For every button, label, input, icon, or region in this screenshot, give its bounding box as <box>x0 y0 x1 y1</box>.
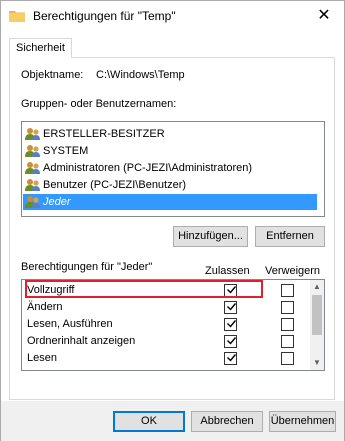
list-item[interactable]: SYSTEM <box>23 143 317 159</box>
object-name-label: Objektname: <box>21 69 84 81</box>
cancel-button[interactable]: Abbrechen <box>191 411 263 432</box>
remove-button-label: Entfernen <box>266 230 314 242</box>
apply-button-label: Übernehmen <box>270 415 335 427</box>
list-item[interactable]: ERSTELLER-BESITZER <box>23 126 317 142</box>
users-icon <box>25 144 41 158</box>
title-bar: Berechtigungen für "Temp" ✕ <box>1 1 344 31</box>
apply-button[interactable]: Übernehmen <box>269 411 336 432</box>
users-icon <box>25 161 41 175</box>
checkmark-icon <box>227 320 237 328</box>
scroll-up-icon[interactable]: ▲ <box>310 280 324 294</box>
permission-name: Lesen <box>27 352 57 364</box>
scroll-thumb[interactable] <box>312 295 322 335</box>
add-button[interactable]: Hinzufügen... <box>173 226 248 247</box>
allow-checkbox[interactable] <box>224 318 237 331</box>
window-title: Berechtigungen für "Temp" <box>33 9 176 23</box>
column-deny: Verweigern <box>265 265 321 277</box>
checkmark-icon <box>227 337 237 345</box>
table-row: Ordnerinhalt anzeigen <box>22 334 302 350</box>
list-item-label: ERSTELLER-BESITZER <box>43 128 165 140</box>
tab-sicherheit[interactable]: Sicherheit <box>9 38 72 58</box>
column-allow: Zulassen <box>205 265 250 277</box>
groups-label: Gruppen- oder Benutzernamen: <box>21 98 177 110</box>
table-row: Lesen <box>22 351 302 367</box>
deny-checkbox[interactable] <box>281 284 294 297</box>
permission-name: Ändern <box>27 301 63 313</box>
scroll-down-icon[interactable]: ▼ <box>310 356 324 370</box>
permission-name: Lesen, Ausführen <box>27 318 113 330</box>
checkmark-icon <box>227 303 237 311</box>
close-icon: ✕ <box>317 7 331 24</box>
groups-listbox[interactable]: ERSTELLER-BESITZER SYSTEM Administratore… <box>21 121 325 217</box>
highlight-box <box>25 280 263 298</box>
list-item-label: SYSTEM <box>43 145 89 157</box>
deny-checkbox[interactable] <box>281 301 294 314</box>
list-item-label: Administratoren (PC-JEZI\Administratoren… <box>43 162 253 174</box>
ok-button[interactable]: OK <box>113 411 185 432</box>
table-row: Lesen, Ausführen <box>22 317 302 333</box>
object-name-value: C:\Windows\Temp <box>96 69 185 81</box>
remove-button[interactable]: Entfernen <box>255 226 325 247</box>
add-button-label: Hinzufügen... <box>178 230 243 242</box>
deny-checkbox[interactable] <box>281 318 294 331</box>
scrollbar[interactable]: ▲ ▼ <box>310 280 324 370</box>
users-icon <box>25 178 41 192</box>
list-item[interactable]: Benutzer (PC-JEZI\Benutzer) <box>23 177 317 193</box>
allow-checkbox[interactable] <box>224 352 237 365</box>
close-button[interactable]: ✕ <box>310 5 338 27</box>
list-item-label: Jeder <box>43 196 71 208</box>
permission-name: Ordnerinhalt anzeigen <box>27 335 136 347</box>
folder-icon <box>9 9 25 22</box>
deny-checkbox[interactable] <box>281 335 294 348</box>
tab-label: Sicherheit <box>16 42 65 54</box>
cancel-button-label: Abbrechen <box>200 415 254 427</box>
deny-checkbox[interactable] <box>281 352 294 365</box>
permissions-label: Berechtigungen für "Jeder" <box>21 261 153 273</box>
table-row: Ändern <box>22 300 302 316</box>
permissions-dialog: Berechtigungen für "Temp" ✕ Sicherheit O… <box>0 0 345 441</box>
checkmark-icon <box>227 354 237 362</box>
list-item-label: Benutzer (PC-JEZI\Benutzer) <box>43 179 187 191</box>
list-item-selected[interactable]: Jeder <box>23 194 317 210</box>
permissions-table[interactable]: Vollzugriff Ändern Lesen, Ausführen Ordn… <box>21 279 325 371</box>
list-item[interactable]: Administratoren (PC-JEZI\Administratoren… <box>23 160 317 176</box>
users-icon <box>25 127 41 141</box>
ok-button-label: OK <box>141 415 157 427</box>
users-icon <box>25 195 41 209</box>
allow-checkbox[interactable] <box>224 301 237 314</box>
dialog-footer: OK Abbrechen Übernehmen <box>1 401 344 441</box>
allow-checkbox[interactable] <box>224 335 237 348</box>
